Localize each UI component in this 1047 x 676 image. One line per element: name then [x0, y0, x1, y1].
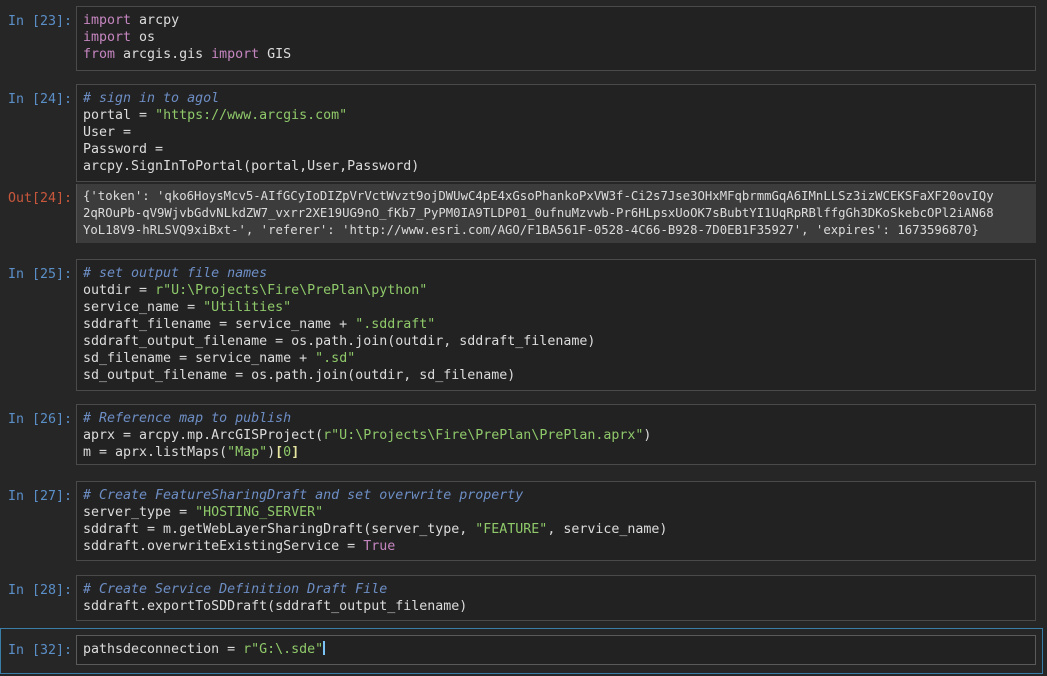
- code-token: server_type =: [83, 505, 196, 520]
- code-token: # Reference map to publish: [83, 411, 292, 426]
- code-token: , service_name): [547, 522, 668, 537]
- code-line: aprx = arcpy.mp.ArcGISProject(r"U:\Proje…: [83, 427, 1029, 444]
- code-token: "https://www.arcgis.com": [155, 108, 348, 123]
- output-line: 2qROuPb-qV9WjvbGdvNLkdZW7_vxrr2XE19UG9nO…: [83, 206, 994, 220]
- cell-prompt: In [25]:: [7, 267, 72, 282]
- code-token: m = aprx.listMaps(: [83, 445, 228, 460]
- cell-prompt: In [32]:: [7, 643, 72, 658]
- code-token: arcpy.SignInToPortal(portal,User,Passwor…: [83, 159, 420, 174]
- code-line: # Reference map to publish: [83, 410, 1029, 427]
- cell-prompt: In [27]:: [7, 489, 72, 504]
- cell-prompt: In [26]:: [7, 412, 72, 427]
- output-line: {'token': 'qko6HoysMcv5-AIfGCyIoDIZpVrVc…: [83, 189, 994, 203]
- code-token: "Utilities": [203, 300, 292, 315]
- cell-prompt: In [24]:: [7, 92, 72, 107]
- code-line: import arcpy: [83, 12, 1029, 29]
- code-line: m = aprx.listMaps("Map")[0]: [83, 444, 1029, 461]
- code-line: from arcgis.gis import GIS: [83, 46, 1029, 63]
- code-token: outdir =: [83, 283, 156, 298]
- code-token: os: [131, 30, 156, 45]
- code-line: # Create FeatureSharingDraft and set ove…: [83, 487, 1029, 504]
- code-token: "Map": [227, 445, 268, 460]
- code-token: ]: [291, 445, 300, 460]
- code-token: ): [267, 445, 276, 460]
- code-token: arcgis.gis: [115, 47, 212, 62]
- code-line: outdir = r"U:\Projects\Fire\PrePlan\pyth…: [83, 282, 1029, 299]
- code-line: sddraft.exportToSDDraft(sddraft_output_f…: [83, 598, 1029, 615]
- code-token: True: [363, 539, 396, 554]
- code-token: import: [211, 47, 260, 62]
- code-line: sd_output_filename = os.path.join(outdir…: [83, 367, 1029, 384]
- output-prompt: Out[24]:: [7, 191, 72, 206]
- code-line: sddraft_filename = service_name + ".sddr…: [83, 316, 1029, 333]
- code-input[interactable]: # Create FeatureSharingDraft and set ove…: [76, 481, 1036, 561]
- code-token: sddraft_filename = service_name +: [83, 317, 356, 332]
- code-token: import: [83, 13, 132, 28]
- code-token: sddraft = m.getWebLayerSharingDraft(serv…: [83, 522, 476, 537]
- code-token: portal =: [83, 108, 156, 123]
- code-line: server_type = "HOSTING_SERVER": [83, 504, 1029, 521]
- output-line: YoL18V9-hRLSVQ9xiBxt-', 'referer': 'http…: [83, 223, 979, 237]
- code-input[interactable]: pathsdeconnection = r"G:\.sde": [76, 635, 1036, 665]
- code-line: # set output file names: [83, 265, 1029, 282]
- code-line: sd_filename = service_name + ".sd": [83, 350, 1029, 367]
- code-token: "HOSTING_SERVER": [195, 505, 324, 520]
- code-token: GIS: [259, 47, 292, 62]
- code-token: sddraft.exportToSDDraft(sddraft_output_f…: [83, 599, 468, 614]
- code-token: r"U:\Projects\Fire\PrePlan\python": [155, 283, 428, 298]
- code-line: pathsdeconnection = r"G:\.sde": [83, 641, 1029, 658]
- code-token: sd_output_filename = os.path.join(outdir…: [83, 368, 516, 383]
- code-token: service_name =: [83, 300, 204, 315]
- code-token: sddraft.overwriteExistingService =: [83, 539, 364, 554]
- code-token: Password =: [83, 142, 164, 157]
- code-line: sddraft.overwriteExistingService = True: [83, 538, 1029, 555]
- code-line: arcpy.SignInToPortal(portal,User,Passwor…: [83, 158, 1029, 175]
- cell-prompt: In [28]:: [7, 583, 72, 598]
- code-input[interactable]: import arcpy import os from arcgis.gis imp…: [76, 6, 1036, 71]
- code-token: pathsdeconnection =: [83, 642, 244, 657]
- code-input[interactable]: # Create Service Definition Draft File sd…: [76, 575, 1036, 621]
- code-token: # set output file names: [83, 266, 268, 281]
- code-line: User =: [83, 124, 1029, 141]
- code-token: r"G:\.sde": [243, 642, 324, 657]
- code-token: 0: [283, 445, 292, 460]
- code-line: import os: [83, 29, 1029, 46]
- code-token: arcpy: [131, 13, 180, 28]
- code-token: aprx = arcpy.mp.ArcGISProject(: [83, 428, 324, 443]
- code-token: r"U:\Projects\Fire\PrePlan\PrePlan.aprx": [323, 428, 644, 443]
- code-token: # Create Service Definition Draft File: [83, 582, 388, 597]
- output-text: {'token': 'qko6HoysMcv5-AIfGCyIoDIZpVrVc…: [76, 184, 1036, 243]
- code-token: User =: [83, 125, 132, 140]
- code-token: ): [643, 428, 652, 443]
- code-token: ".sddraft": [355, 317, 436, 332]
- code-token: # sign in to agol: [83, 91, 220, 106]
- code-token: "FEATURE": [475, 522, 548, 537]
- code-line: # sign in to agol: [83, 90, 1029, 107]
- code-token: from: [83, 47, 116, 62]
- code-token: ".sd": [315, 351, 356, 366]
- cell-prompt: In [23]:: [7, 14, 72, 29]
- code-token: # Create FeatureSharingDraft and set ove…: [83, 488, 524, 503]
- code-line: portal = "https://www.arcgis.com": [83, 107, 1029, 124]
- code-input[interactable]: # set output file names outdir = r"U:\Pro…: [76, 259, 1036, 391]
- code-token: [: [275, 445, 284, 460]
- code-line: Password =: [83, 141, 1029, 158]
- code-token: import: [83, 30, 132, 45]
- code-line: service_name = "Utilities": [83, 299, 1029, 316]
- code-token: sd_filename = service_name +: [83, 351, 316, 366]
- code-line: sddraft_output_filename = os.path.join(o…: [83, 333, 1029, 350]
- text-cursor: [323, 641, 326, 655]
- code-line: sddraft = m.getWebLayerSharingDraft(serv…: [83, 521, 1029, 538]
- code-input[interactable]: # Reference map to publish aprx = arcpy.m…: [76, 404, 1036, 465]
- code-line: # Create Service Definition Draft File: [83, 581, 1029, 598]
- code-token: sddraft_output_filename = os.path.join(o…: [83, 334, 596, 349]
- code-input[interactable]: # sign in to agol portal = "https://www.a…: [76, 84, 1036, 182]
